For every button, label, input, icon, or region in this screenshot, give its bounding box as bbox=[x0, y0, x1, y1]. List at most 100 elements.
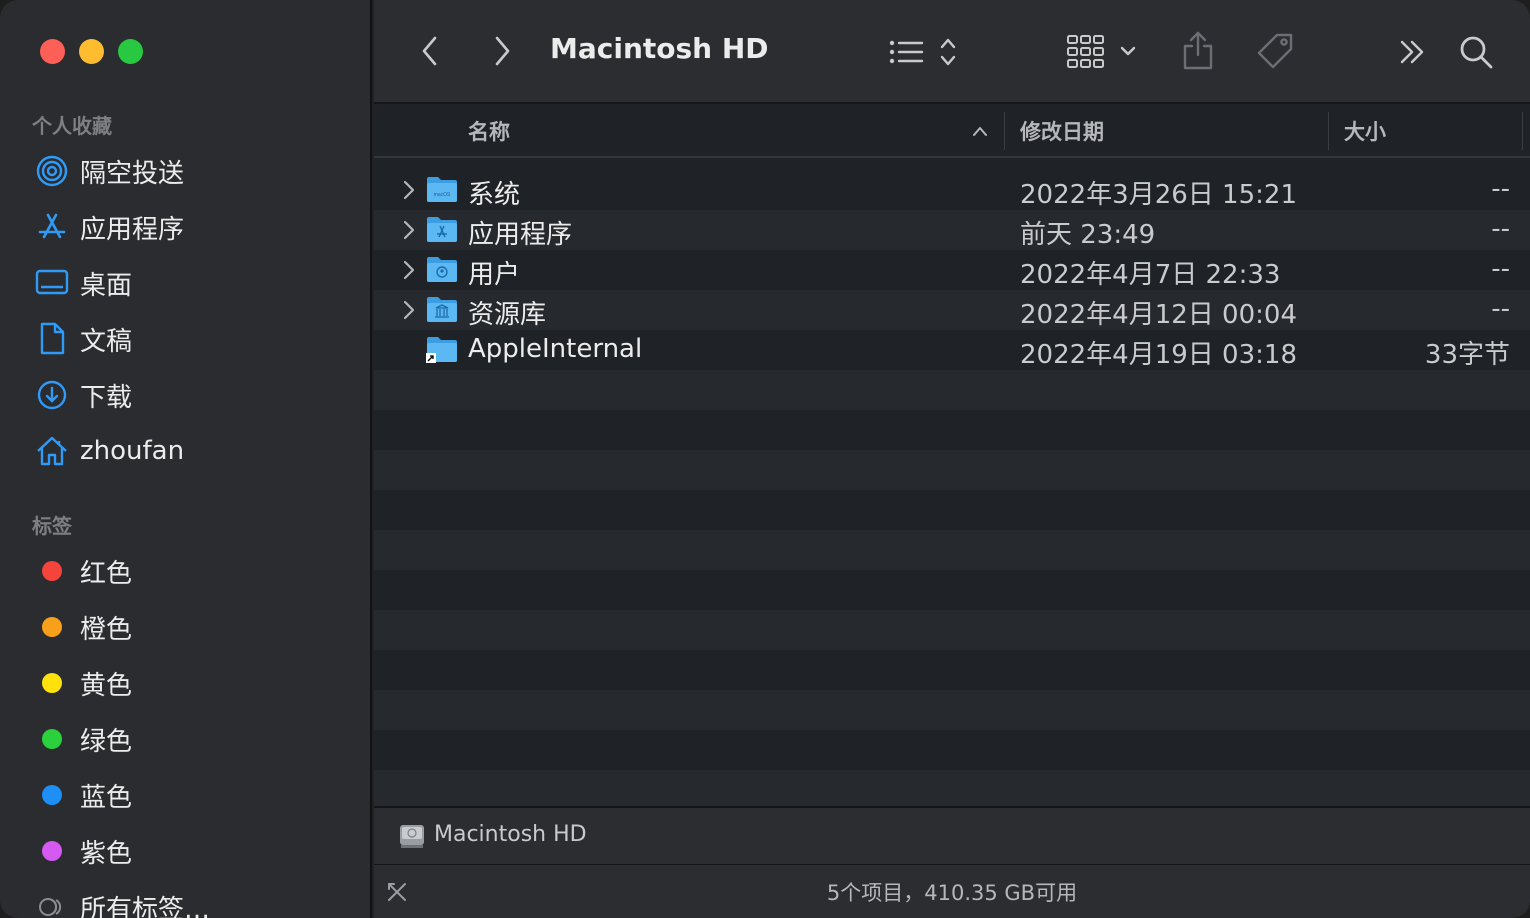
blue-tag-dot-icon bbox=[42, 785, 62, 805]
group-button[interactable] bbox=[1066, 32, 1142, 72]
sidebar-tag-orange[interactable]: 橙色 bbox=[32, 602, 352, 652]
file-date: 2022年4月12日 00:04 bbox=[1020, 300, 1297, 330]
alias-folder-icon bbox=[426, 337, 457, 363]
window-title: Macintosh HD bbox=[550, 32, 769, 65]
sidebar: 个人收藏 隔空投送 应用程序 桌面 文稿 下载 zhoufan 标签 红色 橙色… bbox=[0, 0, 372, 918]
home-icon bbox=[32, 431, 72, 471]
file-row-applications[interactable]: 应用程序 前天 23:49 -- bbox=[374, 210, 1530, 250]
sidebar-item-desktop[interactable]: 桌面 bbox=[32, 258, 352, 308]
column-header-name[interactable]: 名称 bbox=[468, 116, 510, 146]
file-name: AppleInternal bbox=[468, 334, 643, 364]
sidebar-tag-all[interactable]: 所有标签… bbox=[32, 882, 352, 918]
status-bar: 5个项目，410.35 GB可用 bbox=[374, 864, 1530, 918]
sidebar-item-applications[interactable]: 应用程序 bbox=[32, 202, 352, 252]
purple-tag-dot-icon bbox=[42, 841, 62, 861]
sidebar-item-home[interactable]: zhoufan bbox=[32, 426, 352, 476]
library-folder-icon bbox=[427, 297, 457, 322]
toolbar: Macintosh HD bbox=[374, 0, 1530, 104]
file-row-library[interactable]: 资源库 2022年4月12日 00:04 -- bbox=[374, 290, 1530, 330]
sidebar-tag-purple[interactable]: 紫色 bbox=[32, 826, 352, 876]
red-tag-dot-icon bbox=[42, 561, 62, 581]
file-date: 2022年3月26日 15:21 bbox=[1020, 180, 1297, 210]
column-header: 名称 修改日期 大小 bbox=[374, 104, 1530, 158]
sidebar-item-downloads[interactable]: 下载 bbox=[32, 370, 352, 420]
file-date: 2022年4月19日 03:18 bbox=[1020, 340, 1297, 370]
sidebar-item-label: 应用程序 bbox=[80, 214, 185, 245]
grid-group-icon bbox=[1067, 35, 1136, 68]
empty-row bbox=[374, 610, 1530, 650]
column-divider[interactable] bbox=[1522, 112, 1523, 150]
minimize-button[interactable] bbox=[79, 39, 104, 64]
chevron-left-icon bbox=[422, 36, 437, 66]
disclosure-triangle-icon[interactable] bbox=[402, 259, 416, 281]
list-view-icon bbox=[889, 38, 956, 66]
airdrop-icon bbox=[32, 151, 72, 191]
view-options-button[interactable] bbox=[886, 34, 962, 70]
file-size: -- bbox=[1491, 254, 1510, 284]
all-tags-icon bbox=[32, 887, 72, 918]
sidebar-item-documents[interactable]: 文稿 bbox=[32, 314, 352, 364]
file-row-system[interactable]: macOS 系统 2022年3月26日 15:21 -- bbox=[374, 170, 1530, 210]
sidebar-item-label: zhoufan bbox=[80, 436, 185, 466]
sidebar-item-label: 紫色 bbox=[80, 838, 133, 869]
zoom-button[interactable] bbox=[118, 39, 143, 64]
tags-section-title: 标签 bbox=[32, 514, 72, 538]
tags-button[interactable] bbox=[1254, 30, 1298, 74]
file-name: 用户 bbox=[468, 260, 521, 290]
sidebar-item-label: 黄色 bbox=[80, 670, 133, 701]
file-row-appleinternal[interactable]: AppleInternal 2022年4月19日 03:18 33字节 bbox=[374, 330, 1530, 370]
share-button[interactable] bbox=[1178, 28, 1218, 72]
sidebar-item-label: 红色 bbox=[80, 558, 133, 589]
file-size: -- bbox=[1491, 174, 1510, 204]
share-icon bbox=[1183, 31, 1213, 70]
chevron-right-icon bbox=[495, 36, 510, 66]
sidebar-item-label: 下载 bbox=[80, 382, 133, 413]
desktop-icon bbox=[32, 263, 72, 303]
sidebar-item-label: 文稿 bbox=[80, 326, 133, 357]
file-row-users[interactable]: 用户 2022年4月7日 22:33 -- bbox=[374, 250, 1530, 290]
sidebar-item-airdrop[interactable]: 隔空投送 bbox=[32, 146, 352, 196]
search-button[interactable] bbox=[1456, 32, 1496, 72]
column-divider[interactable] bbox=[1328, 112, 1329, 150]
path-bar: Macintosh HD bbox=[374, 806, 1530, 864]
sidebar-item-label: 蓝色 bbox=[80, 782, 133, 813]
back-button[interactable] bbox=[414, 34, 446, 68]
hard-drive-icon[interactable] bbox=[398, 822, 426, 850]
close-button[interactable] bbox=[40, 39, 65, 64]
more-toolbar-items-button[interactable] bbox=[1394, 36, 1430, 68]
traffic-lights bbox=[40, 39, 143, 64]
applications-folder-icon bbox=[427, 217, 457, 242]
sidebar-tag-red[interactable]: 红色 bbox=[32, 546, 352, 596]
disclosure-triangle-icon[interactable] bbox=[402, 219, 416, 241]
sidebar-tag-yellow[interactable]: 黄色 bbox=[32, 658, 352, 708]
empty-row bbox=[374, 450, 1530, 490]
sort-ascending-icon[interactable] bbox=[972, 126, 988, 136]
sidebar-item-label: 所有标签… bbox=[80, 894, 211, 918]
file-name: 系统 bbox=[468, 180, 521, 210]
path-item-label[interactable]: Macintosh HD bbox=[434, 822, 587, 847]
sidebar-item-label: 橙色 bbox=[80, 614, 133, 645]
file-size: -- bbox=[1491, 214, 1510, 244]
column-header-date[interactable]: 修改日期 bbox=[1020, 116, 1104, 146]
finder-window: 个人收藏 隔空投送 应用程序 桌面 文稿 下载 zhoufan 标签 红色 橙色… bbox=[0, 0, 1530, 918]
users-folder-icon bbox=[427, 257, 457, 282]
sidebar-tag-green[interactable]: 绿色 bbox=[32, 714, 352, 764]
forward-button[interactable] bbox=[486, 34, 518, 68]
tag-icon bbox=[1257, 33, 1293, 69]
status-text: 5个项目，410.35 GB可用 bbox=[826, 881, 1078, 905]
column-header-size[interactable]: 大小 bbox=[1344, 116, 1386, 146]
file-size: -- bbox=[1491, 294, 1510, 324]
orange-tag-dot-icon bbox=[42, 617, 62, 637]
column-divider[interactable] bbox=[1004, 112, 1005, 150]
double-chevron-right-icon bbox=[1400, 40, 1424, 64]
file-size: 33字节 bbox=[1424, 340, 1510, 370]
disclosure-triangle-icon[interactable] bbox=[402, 179, 416, 201]
download-icon bbox=[32, 375, 72, 415]
favorites-section-title: 个人收藏 bbox=[32, 114, 112, 138]
file-name: 应用程序 bbox=[468, 220, 573, 250]
file-name: 资源库 bbox=[468, 300, 547, 330]
yellow-tag-dot-icon bbox=[42, 673, 62, 693]
sidebar-tag-blue[interactable]: 蓝色 bbox=[32, 770, 352, 820]
main-content: Macintosh HD 名称 修改日期 大小 macOS 系统 2022年3月… bbox=[374, 0, 1530, 918]
disclosure-triangle-icon[interactable] bbox=[402, 299, 416, 321]
